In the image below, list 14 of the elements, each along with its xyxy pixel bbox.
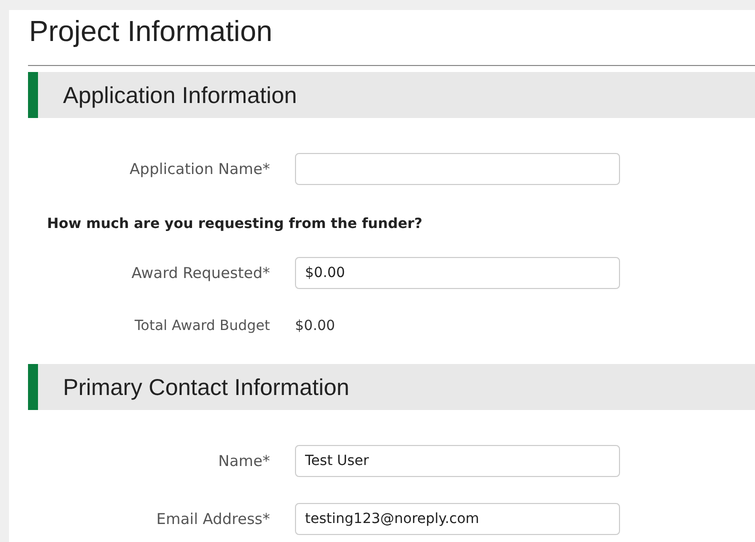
input-field[interactable] [295, 153, 620, 185]
input-field[interactable]: testing123@noreply.com [295, 503, 620, 535]
input-field[interactable]: $0.00 [295, 257, 620, 289]
field-label: Email Address* [155, 508, 271, 530]
input-field[interactable]: Test User [295, 445, 620, 477]
field-label: Total Award Budget [134, 316, 271, 336]
field-value: $0.00 [295, 316, 336, 336]
question-text: How much are you requesting from the funder? [47, 214, 422, 234]
field-label: Application Name* [128, 158, 271, 180]
section-title: Application Information [63, 80, 297, 110]
field-label: Award Requested* [130, 262, 271, 284]
section-title: Primary Contact Information [63, 372, 350, 402]
page-title: Project Information [28, 14, 272, 50]
field-label: Name* [217, 450, 271, 472]
